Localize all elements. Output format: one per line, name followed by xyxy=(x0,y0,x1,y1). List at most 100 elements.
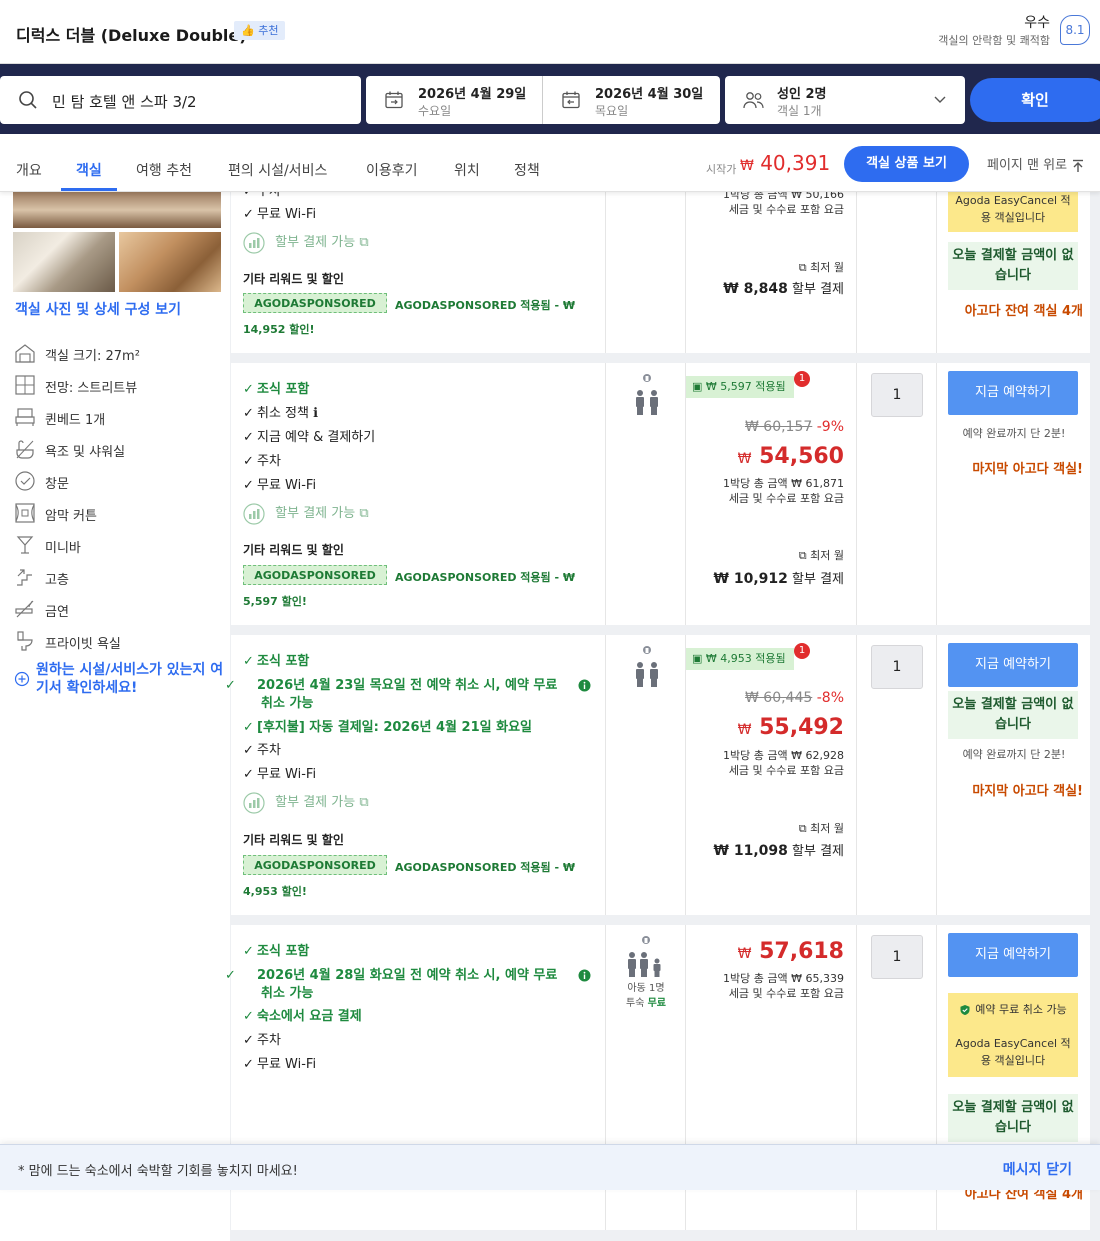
room-photo-main[interactable] xyxy=(13,192,221,228)
check-icon: ✓ xyxy=(225,678,236,693)
sponsored-discount: 14,952 할인! xyxy=(243,323,315,336)
checkout-date: 2026년 4월 30일 xyxy=(595,87,704,102)
view-room-offers-button[interactable]: 객실 상품 보기 xyxy=(844,146,969,182)
tab-reviews[interactable]: 이용후기 xyxy=(366,160,418,180)
installment-link[interactable]: 할부 결제 가능 ⧉ xyxy=(243,502,369,525)
room-quantity-select[interactable]: 1 xyxy=(871,645,923,689)
rewards-heading: 기타 리워드 및 할인 xyxy=(243,272,344,286)
book-now-button[interactable]: 지금 예약하기 xyxy=(948,933,1078,977)
sponsored-description: AGODASPONSORED 적용됨 - ₩ xyxy=(395,571,576,584)
external-link-icon: ⧉ xyxy=(798,549,807,562)
room-photo-thumb[interactable] xyxy=(119,232,221,292)
check-icon: ✓ xyxy=(243,944,254,959)
check-icon: ✓ xyxy=(243,430,254,445)
room-info-panel: 객실 사진 및 상세 구성 보기 객실 크기: 27m² 전망: 스트리트뷰 퀸… xyxy=(0,192,230,1241)
installment-icon xyxy=(243,791,265,814)
tab-rooms[interactable]: 객실 xyxy=(76,160,102,180)
guests-icon xyxy=(743,92,764,109)
external-link-icon: ⧉ xyxy=(359,506,369,521)
monthly-label: ⧉ 최저 월 xyxy=(798,549,844,562)
quantity-cell xyxy=(856,192,936,353)
installment-icon xyxy=(243,231,265,254)
sponsored-description: AGODASPONSORED 적용됨 - ₩ xyxy=(395,861,576,874)
sponsored-description: AGODASPONSORED 적용됨 - ₩ xyxy=(395,299,576,312)
benefit-item: ✓ 숙소에서 요금 결제 xyxy=(243,1009,362,1024)
benefit-item: ✓ 조식 포함 xyxy=(243,382,310,397)
room-photos-link[interactable]: 객실 사진 및 상세 구성 보기 xyxy=(15,299,181,319)
checkin-field[interactable]: 2026년 4월 29일 수요일 xyxy=(366,76,542,124)
quick-booking-note: 예약 완료까지 단 2분! xyxy=(962,748,1066,761)
check-icon: ✓ xyxy=(243,654,254,669)
room-quantity-select[interactable]: 1 xyxy=(871,935,923,979)
adults-and-child-icon xyxy=(628,936,661,977)
check-icon: ✓ xyxy=(243,478,254,493)
rooms-left: 아고다 잔여 객실 4개 xyxy=(964,304,1083,319)
cocktail-icon xyxy=(16,536,34,554)
info-icon[interactable] xyxy=(578,969,591,982)
total-price: 1박당 총 금액 ₩ 62,928 세금 및 수수료 포함 요금 xyxy=(723,749,844,777)
benefit-item: ✓ 2026년 4월 28일 화요일 전 예약 취소 시, 예약 무료 취소 가능 xyxy=(225,968,558,1001)
total-price: 1박당 총 금액 ₩ 65,339 세금 및 수수료 포함 요금 xyxy=(723,972,844,1000)
search-bar: 민 탐 호텔 앤 스파 3/2 2026년 4월 29일 수요일 2026년 4… xyxy=(0,64,1100,134)
back-to-top-link[interactable]: 페이지 맨 위로 xyxy=(987,154,1085,173)
quick-booking-note: 예약 완료까지 단 2분! xyxy=(962,427,1066,440)
two-adults-icon xyxy=(636,646,658,687)
toilet-icon xyxy=(17,631,33,651)
occupancy-cell xyxy=(605,363,685,625)
room-count: 객실 1개 xyxy=(777,104,822,118)
bed-icon xyxy=(15,408,35,426)
close-message-button[interactable]: 메시지 닫기 xyxy=(1003,1159,1072,1179)
room-photo-thumb[interactable] xyxy=(13,232,115,292)
reminder-text: * 맘에 드는 숙소에서 숙박할 기회를 놓치지 마세요! xyxy=(18,1164,298,1179)
benefit-item: ✓ 취소 정책 ℹ xyxy=(243,406,319,421)
tab-facilities[interactable]: 편의 시설/서비스 xyxy=(228,160,327,180)
book-now-button[interactable]: 지금 예약하기 xyxy=(948,371,1078,415)
tab-policies[interactable]: 정책 xyxy=(514,160,540,180)
rating-subtitle: 객실의 안락함 및 쾌적함 xyxy=(938,34,1050,47)
checkout-field[interactable]: 2026년 4월 30일 목요일 xyxy=(543,76,719,124)
check-icon: ✓ xyxy=(243,1009,254,1024)
curtain-icon xyxy=(15,503,35,523)
tab-location[interactable]: 위치 xyxy=(454,160,480,180)
monthly-installment: ₩ 8,848 할부 결제 xyxy=(723,281,844,297)
rating-score: 8.1 xyxy=(1060,15,1090,45)
rating-word: 우수 xyxy=(1024,15,1050,31)
quantity-cell: 1 xyxy=(856,635,936,915)
quantity-cell: 1 xyxy=(856,363,936,625)
guest-selector[interactable]: 성인 2명 객실 1개 xyxy=(725,76,965,124)
book-now-button[interactable]: 지금 예약하기 xyxy=(948,643,1078,687)
rate-option-row: ✓ 조식 포함 ✓ 취소 정책 ℹ ✓ 지금 예약 & 결제하기 ✓ 주차 ✓ 무료 Wi… xyxy=(231,363,1090,625)
monthly-installment: ₩ 10,912 할부 결제 xyxy=(713,571,844,587)
info-icon[interactable]: ℹ xyxy=(313,406,318,421)
starting-price: ₩ 40,391 xyxy=(740,151,830,175)
benefits-cell: ✓ 조식 포함 ✓ 2026년 4월 23일 목요일 전 예약 취소 시, 예약 무… xyxy=(225,635,605,915)
window-view-icon xyxy=(15,375,35,395)
tab-overview[interactable]: 개요 xyxy=(16,160,42,180)
info-icon[interactable] xyxy=(578,679,591,692)
installment-link[interactable]: 할부 결제 가능 ⧉ xyxy=(243,231,369,254)
current-price: ₩ 54,560 xyxy=(737,444,844,469)
rate-option-row: ✓ 조식 포함 ✓ 2026년 4월 23일 목요일 전 예약 취소 시, 예약 무… xyxy=(225,635,1090,915)
installment-link[interactable]: 할부 결제 가능 ⧉ xyxy=(243,791,369,814)
last-room-notice: 마지막 아고다 객실! xyxy=(972,462,1083,477)
external-link-icon: ⧉ xyxy=(798,261,807,274)
section-tabs: 개요 객실 여행 추천 편의 시설/서비스 이용후기 위치 정책 시작가 ₩ 4… xyxy=(0,134,1100,192)
search-input[interactable]: 민 탐 호텔 앤 스파 3/2 xyxy=(0,76,361,124)
back-to-top-label: 페이지 맨 위로 xyxy=(987,158,1068,173)
check-icon: ✓ xyxy=(243,454,254,469)
booking-cell: Agoda EasyCancel 적용 객실입니다 오늘 결제할 금액이 없습니… xyxy=(936,186,1090,353)
tab-recommendations[interactable]: 여행 추천 xyxy=(136,160,192,180)
original-price: ₩ 60,157 -9% xyxy=(745,419,844,435)
checkin-date: 2026년 4월 29일 xyxy=(418,87,527,102)
booking-cell: 지금 예약하기 오늘 결제할 금액이 없습니다 예약 완료까지 단 2분! 마지… xyxy=(936,635,1090,915)
current-price: ₩ 55,492 xyxy=(737,715,844,740)
search-query: 민 탐 호텔 앤 스파 3/2 xyxy=(52,93,197,111)
room-quantity-select[interactable]: 1 xyxy=(871,373,923,417)
installment-icon xyxy=(243,502,265,525)
plus-circle-icon xyxy=(14,671,30,687)
benefit-item: ✓ 무료 Wi-Fi xyxy=(243,207,317,222)
current-price: ₩ 57,618 xyxy=(737,939,844,964)
monthly-installment: ₩ 11,098 할부 결제 xyxy=(713,843,844,859)
date-picker[interactable]: 2026년 4월 29일 수요일 2026년 4월 30일 목요일 xyxy=(366,76,720,124)
confirm-search-button[interactable]: 확인 xyxy=(970,78,1100,122)
